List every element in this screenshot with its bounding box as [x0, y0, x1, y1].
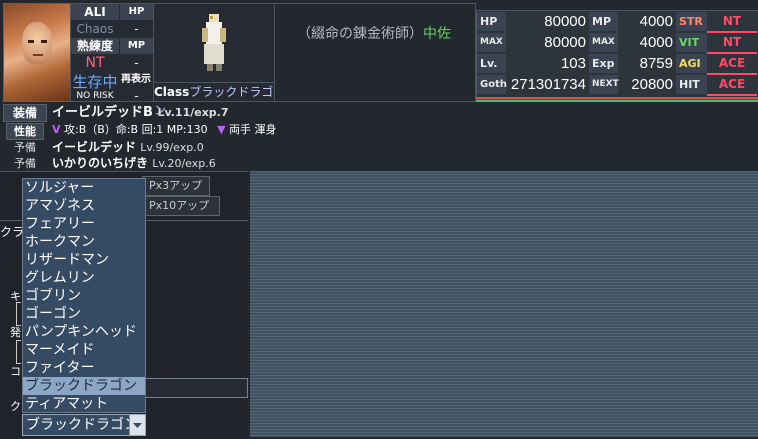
proficiency-value: NT [85, 55, 105, 71]
class-dropdown-list[interactable]: ソルジャー アマゾネス フェアリー ホークマン リザードマン グレムリン ゴブリ… [22, 178, 146, 413]
dropdown-option[interactable]: ファイター [23, 359, 145, 377]
dropdown-option[interactable]: グレムリン [23, 269, 145, 287]
title-prefix: （綴命の錬金術師） [297, 26, 423, 42]
class-label: Class [154, 85, 190, 99]
stat-maxhp-label: MAX [477, 33, 506, 52]
panel-frag-5: ク [10, 400, 21, 413]
stat-exp-label: Exp [589, 54, 618, 73]
dropdown-option[interactable]: パンプキンヘッド [23, 323, 145, 341]
stat-exp-value: 8759 [639, 55, 673, 72]
perf-text: 攻:B（B）命:B 回:1 MP:130 [64, 123, 208, 136]
equip-label: 装備 [3, 104, 47, 122]
stat-maxmp-label: MAX [589, 33, 618, 52]
dropdown-option[interactable]: マーメイド [23, 341, 145, 359]
redisplay-button[interactable]: 再表示 [117, 72, 155, 88]
stat-str-value: NT [707, 12, 757, 33]
unit-portrait [3, 3, 71, 102]
dropdown-option[interactable]: ソルジャー [23, 179, 145, 197]
stat-goth-label: Goth [477, 75, 507, 94]
class-select-value: ブラックドラゴン [26, 417, 138, 433]
px10-up-button[interactable]: Px10アップ [142, 196, 220, 216]
hands-icon: ▼ [217, 123, 226, 136]
stat-hp-label: HP [477, 12, 506, 31]
dropdown-option[interactable]: リザードマン [23, 251, 145, 269]
risk-value: NO RISK [76, 91, 114, 101]
dropdown-option[interactable]: フェアリー [23, 215, 145, 233]
dropdown-option[interactable]: ティアマット [23, 395, 145, 413]
stat-maxhp-value: 80000 [544, 34, 586, 51]
dropdown-option[interactable]: ホークマン [23, 233, 145, 251]
equip-name: イービルデッドB [52, 105, 153, 120]
field-bracket-2 [16, 340, 21, 364]
hp-value: - [134, 22, 139, 36]
stat-agi-label: AGI [676, 54, 707, 73]
weapon-type-icon: V [52, 123, 61, 136]
class-display: Classブラックドラゴン [153, 82, 275, 117]
unit-info-panel: ALI Chaos 熟練度 NT 生存中 NO RISK HP - MP - 再… [70, 3, 155, 103]
panel-frag-1: クラ [0, 225, 25, 239]
stat-agi-value: ACE [707, 54, 757, 75]
stat-vit-label: VIT [676, 33, 707, 52]
status-value: 生存中 [72, 73, 118, 91]
dropdown-option[interactable]: アマゾネス [23, 197, 145, 215]
reserve2-name: いかりのいちげき [52, 156, 149, 170]
title-rank: 中佐 [423, 26, 451, 42]
reserve1: イービルデッド Lv.99/exp.0 [52, 139, 204, 156]
dropdown-option[interactable]: ゴブリン [23, 287, 145, 305]
redisplay-value: - [134, 89, 139, 103]
dropdown-option[interactable]: ゴーゴン [23, 305, 145, 323]
stat-vit-value: NT [707, 33, 757, 54]
stats-table: HP 80000 MP 4000 STR NT MAX 80000 MAX 40… [476, 10, 758, 100]
equip-performance: V 攻:B（B）命:B 回:1 MP:130 ▼ 両手 渾身 [52, 122, 277, 138]
px3-up-button[interactable]: Px3アップ [142, 176, 210, 196]
reserve1-level: Lv.99/exp.0 [140, 141, 204, 154]
stat-next-value: 20800 [631, 76, 673, 93]
striped-display-area [250, 171, 758, 437]
stat-hit-value: ACE [707, 75, 757, 96]
stat-mp-label: MP [589, 12, 618, 31]
reserve1-label: 予備 [14, 141, 36, 154]
stat-color-bars [476, 96, 758, 104]
chevron-down-icon[interactable] [129, 415, 145, 435]
panel-frag-4: コ [10, 365, 21, 378]
stat-next-label: NEXT [589, 75, 619, 94]
black-dragon-sprite-icon [202, 14, 226, 71]
stat-goth-value: 271301734 [510, 76, 586, 93]
unit-title-box: （綴命の錬金術師）中佐 [274, 3, 476, 102]
stat-hit-label: HIT [676, 75, 707, 94]
equip-main: イービルデッドB Lv.11/exp.7 [52, 104, 229, 121]
unit-sprite-box [153, 3, 275, 83]
class-select[interactable]: ブラックドラゴン [22, 414, 146, 436]
stat-maxmp-value: 4000 [639, 34, 673, 51]
reserve2-label: 予備 [14, 157, 36, 170]
perf-label: 性能 [6, 123, 44, 140]
stat-str-label: STR [676, 12, 707, 31]
reserve2: いかりのいちげき Lv.20/exp.6 [52, 155, 216, 172]
stat-lv-label: Lv. [477, 54, 506, 73]
hp-label: HP [120, 4, 153, 20]
reserve2-level: Lv.20/exp.6 [152, 157, 216, 170]
mp-value: - [134, 56, 139, 70]
proficiency-label: 熟練度 [71, 38, 119, 54]
equip-level: Lv.11/exp.7 [157, 106, 229, 119]
alignment-value: Chaos [76, 22, 114, 36]
stat-mp-value: 4000 [639, 13, 673, 30]
mp-label: MP [120, 38, 153, 54]
field-bracket-1 [16, 302, 21, 326]
stat-lv-value: 103 [560, 55, 586, 72]
panel-frag-3: 発 [10, 326, 21, 339]
dropdown-option-selected[interactable]: ブラックドラゴン [23, 377, 145, 395]
alignment-label: ALI [71, 4, 119, 20]
perf-extra: 両手 渾身 [229, 123, 277, 136]
class-input-field[interactable] [144, 378, 248, 398]
stat-hp-value: 80000 [544, 13, 586, 30]
reserve1-name: イービルデッド [52, 140, 137, 154]
